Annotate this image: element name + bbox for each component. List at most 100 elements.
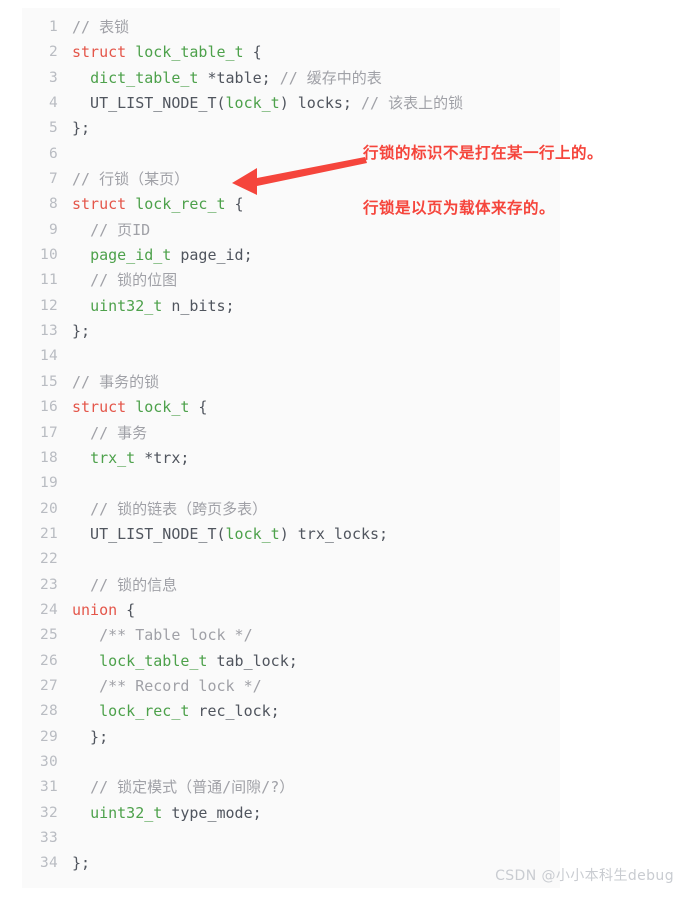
code-token: // 行锁（某页） [72, 170, 190, 189]
code-token: }; [72, 727, 109, 746]
code-token: type_mode; [162, 803, 262, 822]
code-line: 32 uint32_t type_mode; [22, 801, 560, 826]
code-line: 19 [22, 471, 560, 496]
code-line: 31 // 锁定模式（普通/间隙/?） [22, 775, 560, 800]
line-number: 8 [48, 196, 58, 213]
code-token: // 该表上的锁 [361, 94, 464, 113]
line-content: uint32_t type_mode; [72, 801, 262, 826]
code-token: { [117, 600, 136, 619]
code-token: // 锁的位图 [90, 271, 178, 290]
line-content: }; [72, 319, 90, 344]
line-content: // 锁的位图 [72, 268, 177, 293]
line-number: 3 [48, 69, 58, 86]
code-lines-container: 1// 表锁 2 struct lock_table_t {3 dict_table… [22, 8, 560, 877]
code-line: 25 /** Table lock */ [22, 623, 560, 648]
csdn-watermark: CSDN @小小本科生debug [495, 868, 674, 884]
line-number: 15 [39, 373, 58, 390]
code-token: n_bits; [162, 296, 235, 315]
line-number: 14 [39, 348, 58, 365]
line-content: /** Table lock */ [72, 623, 253, 648]
line-number: 21 [39, 525, 58, 542]
code-token: // 缓存中的表 [279, 68, 382, 87]
code-line: 4 UT_LIST_NODE_T(lock_t) locks; // 该表上的锁 [22, 91, 560, 116]
code-line: 26 lock_table_t tab_lock; [22, 649, 560, 674]
code-token: }; [72, 322, 91, 341]
line-content: // 锁的信息 [72, 573, 177, 598]
code-token: *table; [198, 68, 280, 87]
code-line: 16 struct lock_t { [22, 395, 560, 420]
line-content: }; [72, 725, 108, 750]
line-content: lock_table_t tab_lock; [72, 649, 298, 674]
code-token: lock_t [225, 94, 280, 113]
line-content: struct lock_table_t { [72, 40, 262, 65]
code-line: 11 // 锁的位图 [22, 268, 560, 293]
code-token: lock_t [225, 524, 280, 543]
code-token: UT_LIST_NODE_T( [72, 94, 226, 113]
line-content: // 表锁 [72, 15, 129, 40]
code-line: 2 struct lock_table_t { [22, 40, 560, 65]
line-content: struct lock_t { [72, 395, 207, 420]
code-token: { [225, 195, 244, 214]
line-content: // 锁定模式（普通/间隙/?） [72, 775, 294, 800]
line-number: 12 [39, 297, 58, 314]
line-number: 7 [48, 171, 58, 188]
line-content: }; [72, 851, 90, 876]
line-number: 33 [39, 830, 58, 846]
line-number: 11 [39, 272, 58, 289]
code-token: rec_lock; [189, 702, 280, 721]
code-token: lock_table_t [135, 43, 244, 62]
line-number: 23 [39, 576, 58, 593]
line-number: 27 [39, 677, 58, 694]
line-number: 31 [39, 779, 58, 796]
code-line: 14 [22, 344, 560, 369]
code-token: // 锁的信息 [90, 575, 178, 594]
line-number: 17 [39, 424, 58, 441]
line-content: union { [72, 598, 135, 623]
line-number: 1 [48, 19, 58, 35]
code-line: 22 [22, 547, 560, 572]
line-number: 16 [39, 399, 58, 416]
code-line: 18 trx_t *trx; [22, 446, 560, 471]
code-token: // 页ID [90, 220, 151, 239]
code-screenshot-page: 1// 表锁 2 struct lock_table_t {3 dict_table… [0, 0, 688, 899]
line-number: 9 [48, 221, 58, 238]
code-line: 28 lock_rec_t rec_lock; [22, 699, 560, 724]
line-content: page_id_t page_id; [72, 243, 253, 268]
code-token: { [243, 43, 262, 62]
line-number: 18 [39, 449, 58, 466]
line-number: 2 [48, 44, 58, 61]
code-token: // 锁的链表（跨页多表） [90, 499, 268, 518]
line-content: // 页ID [72, 218, 150, 243]
code-token: lock_table_t [99, 651, 208, 670]
annotation-text-line-2: 行锁是以页为载体来存的。 [363, 199, 556, 217]
annotation-text-line-1: 行锁的标识不是打在某一行上的。 [363, 144, 604, 162]
code-line: 30 [22, 750, 560, 775]
code-token: *trx; [135, 448, 190, 467]
code-line: 10 page_id_t page_id; [22, 243, 560, 268]
line-number: 28 [39, 703, 58, 720]
line-content: struct lock_rec_t { [72, 192, 244, 217]
line-number: 5 [48, 120, 58, 137]
code-line: 29 }; [22, 725, 560, 750]
code-line: 17 // 事务 [22, 421, 560, 446]
line-content: // 行锁（某页） [72, 167, 189, 192]
code-token: struct [72, 195, 127, 214]
code-token: page_id_t [90, 246, 172, 265]
line-content: // 事务 [72, 421, 147, 446]
code-token: uint32_t [90, 803, 163, 822]
line-number: 19 [39, 475, 58, 492]
code-token: union [72, 600, 118, 619]
code-token: // 锁定模式（普通/间隙/?） [90, 778, 295, 797]
